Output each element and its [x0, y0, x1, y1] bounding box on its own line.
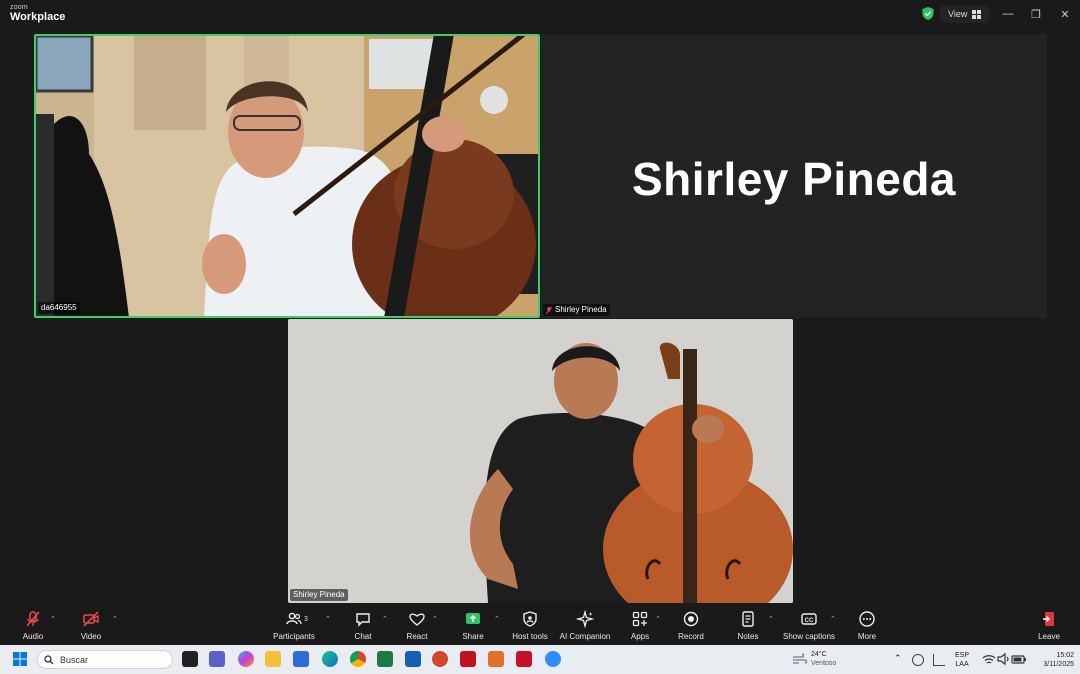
teams-icon[interactable]	[209, 651, 225, 667]
zoom-taskbar-icon[interactable]	[545, 651, 561, 667]
leave-door-icon	[1043, 612, 1054, 626]
video-tile-shirley-pineda[interactable]: Shirley Pineda	[288, 319, 793, 603]
wifi-icon[interactable]	[981, 651, 997, 667]
zoom-window: zoom Workplace View — ❐ ✕ da646955 Shirl…	[0, 0, 1080, 674]
svg-text:CC: CC	[805, 618, 814, 624]
chrome-icon[interactable]	[350, 651, 366, 667]
video-tile-shirley-pineda-off[interactable]: Shirley Pineda Shirley Pineda	[541, 34, 1047, 318]
share-screen-icon	[466, 613, 480, 624]
meeting-toolbar: Audio ⌃ Video ⌃ Participants 3 ⌃ Chat ⌃ …	[0, 607, 1080, 644]
participants-label: Participants	[273, 632, 315, 641]
sync-icon[interactable]	[912, 654, 924, 666]
volume-icon[interactable]	[996, 651, 1012, 667]
show-captions-label: Show captions	[782, 632, 836, 641]
muted-mic-icon	[546, 306, 552, 314]
language-indicator[interactable]: ESP LAA	[955, 651, 969, 669]
name-tag: da646955	[38, 302, 80, 314]
mcafee-icon[interactable]	[516, 651, 532, 667]
apps-label: Apps	[630, 632, 650, 641]
clock[interactable]: 15:02 3/11/2025	[1030, 651, 1074, 669]
task-view-icon[interactable]	[182, 651, 198, 667]
name-tag: Shirley Pineda	[290, 589, 348, 601]
heart-icon	[409, 613, 425, 626]
lang-primary: ESP	[955, 652, 970, 659]
video-off-icon	[83, 611, 99, 627]
video-label: Video	[80, 632, 102, 641]
video-tile-da646955[interactable]: da646955	[34, 34, 540, 318]
participant-name: da646955	[41, 303, 77, 312]
close-button[interactable]: ✕	[1057, 6, 1073, 22]
video-feed-teacher	[36, 36, 538, 316]
participant-name: Shirley Pineda	[293, 590, 345, 599]
leave-button[interactable]: Leave	[1014, 610, 1080, 641]
weather-wind-icon[interactable]	[792, 651, 808, 667]
host-tools-shield-icon	[523, 611, 537, 627]
weather-widget[interactable]: 24°C Ventoso	[811, 650, 836, 668]
folder-app-icon[interactable]	[488, 651, 504, 667]
title-bar: zoom Workplace View — ❐ ✕	[0, 0, 1080, 28]
chat-label: Chat	[354, 632, 372, 641]
minimize-button[interactable]: —	[1000, 6, 1016, 22]
shield-check-icon[interactable]	[922, 7, 934, 20]
clock-date: 3/11/2025	[1043, 661, 1074, 668]
weather-desc: Ventoso	[811, 660, 837, 667]
more-label: More	[857, 632, 877, 641]
muted-mic-icon	[26, 611, 40, 627]
windows-taskbar: Buscar 24°C Ventoso ⌃ ESP LAA 15:02 3/11…	[0, 645, 1080, 674]
record-label: Record	[678, 632, 704, 641]
notes-icon	[742, 611, 754, 627]
captions-cc-icon: CC	[801, 613, 817, 625]
more-dots-icon	[859, 611, 875, 627]
weather-temp: 24°C	[811, 651, 827, 658]
chat-icon	[356, 613, 370, 627]
ai-companion-label: AI Companion	[559, 632, 611, 641]
host-tools-label: Host tools	[512, 632, 548, 641]
show-hidden-icons-chevron[interactable]: ⌃	[894, 654, 902, 663]
restore-button[interactable]: ❐	[1028, 6, 1044, 22]
search-placeholder: Buscar	[60, 654, 89, 665]
pen-icon[interactable]	[933, 654, 945, 666]
participant-name: Shirley Pineda	[555, 305, 607, 314]
more-button[interactable]: More	[832, 610, 902, 641]
participant-display-name: Shirley Pineda	[631, 153, 956, 205]
audio-label: Audio	[22, 632, 44, 641]
apps-icon	[632, 611, 648, 627]
view-label: View	[948, 9, 968, 19]
leave-label: Leave	[1038, 632, 1060, 641]
share-label: Share	[462, 632, 484, 641]
edge-icon[interactable]	[322, 651, 338, 667]
notes-label: Notes	[737, 632, 759, 641]
lang-secondary: LAA	[955, 661, 969, 668]
taskbar-search[interactable]: Buscar	[37, 650, 173, 669]
battery-icon[interactable]	[1011, 651, 1027, 667]
participants-button[interactable]: Participants	[259, 610, 329, 641]
brand-main: Workplace	[10, 11, 66, 23]
view-button[interactable]: View	[940, 5, 990, 23]
video-feed-student	[288, 319, 793, 603]
powerpoint-icon[interactable]	[432, 651, 448, 667]
photos-icon[interactable]	[293, 651, 309, 667]
participants-icon	[286, 612, 302, 625]
brand-top: zoom	[10, 4, 28, 11]
participants-count: 3	[304, 616, 308, 623]
grid-icon	[972, 9, 982, 19]
react-label: React	[406, 632, 428, 641]
clock-time: 15:02	[1056, 652, 1074, 659]
file-explorer-icon[interactable]	[265, 651, 281, 667]
search-icon	[44, 654, 54, 664]
sparkle-icon	[576, 610, 594, 628]
word-icon[interactable]	[405, 651, 421, 667]
acrobat-icon[interactable]	[460, 651, 476, 667]
name-tag: Shirley Pineda	[543, 304, 610, 316]
copilot-icon[interactable]	[238, 651, 254, 667]
windows-start-icon[interactable]	[12, 651, 28, 667]
zoom-logo: zoom Workplace	[10, 4, 65, 23]
record-icon	[683, 611, 699, 627]
video-options-caret[interactable]: ⌃	[112, 615, 120, 623]
excel-icon[interactable]	[377, 651, 393, 667]
